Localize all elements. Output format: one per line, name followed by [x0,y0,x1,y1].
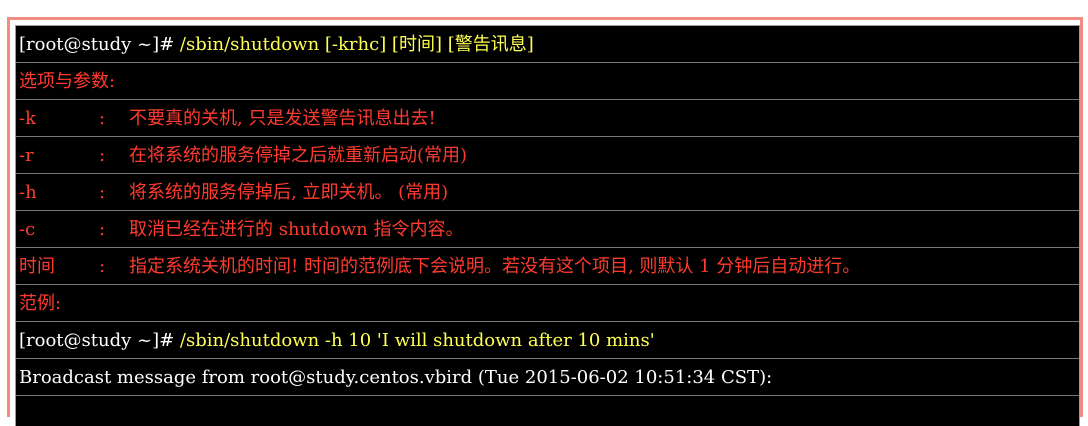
option-description: 将系统的服务停掉后, 立即关机。 (常用) [129,182,449,203]
option-flag: -k [19,108,36,129]
option-description: 指定系统关机的时间! 时间的范例底下会说明。若没有这个项目, 则默认 1 分钟后… [129,256,861,277]
option-separator: : [99,145,106,166]
options-heading: 选项与参数: [16,63,1079,100]
option-description: 取消已经在进行的 shutdown 指令内容。 [129,219,464,240]
option-separator: : [99,219,106,240]
option-flag: -h [19,182,37,203]
option-flag: -c [19,219,36,240]
examples-heading: 范例: [16,285,1079,322]
broadcast-message-line: Broadcast message from root@study.centos… [16,359,1079,396]
option-separator: : [99,182,106,203]
option-separator: : [99,108,106,129]
command-line-example: [root@study ~]# /sbin/shutdown -h 10 'I … [16,322,1079,359]
terminal-panel: [root@study ~]# /sbin/shutdown [-krhc] [… [15,25,1080,426]
option-description: 不要真的关机, 只是发送警告讯息出去! [129,108,436,129]
command-line-syntax: [root@study ~]# /sbin/shutdown [-krhc] [… [16,26,1079,63]
shutdown-example-command: /sbin/shutdown -h 10 'I will shutdown af… [179,330,655,351]
option-row-h: -h: 将系统的服务停掉后, 立即关机。 (常用) [16,174,1079,211]
option-flag: -r [19,145,34,166]
option-row-time: 时间: 指定系统关机的时间! 时间的范例底下会说明。若没有这个项目, 则默认 1 … [16,248,1079,285]
option-separator: : [99,256,106,277]
option-row-r: -r: 在将系统的服务停掉之后就重新启动(常用) [16,137,1079,174]
code-block-frame: [root@study ~]# /sbin/shutdown [-krhc] [… [7,17,1083,426]
shell-prompt: [root@study ~]# [19,330,180,351]
shutdown-syntax: /sbin/shutdown [-krhc] [时间] [警告讯息] [179,34,534,55]
shell-prompt: [root@study ~]# [19,34,180,55]
option-flag: 时间 [19,256,55,277]
option-row-k: -k: 不要真的关机, 只是发送警告讯息出去! [16,100,1079,137]
option-description: 在将系统的服务停掉之后就重新启动(常用) [129,145,468,166]
option-row-c: -c: 取消已经在进行的 shutdown 指令内容。 [16,211,1079,248]
